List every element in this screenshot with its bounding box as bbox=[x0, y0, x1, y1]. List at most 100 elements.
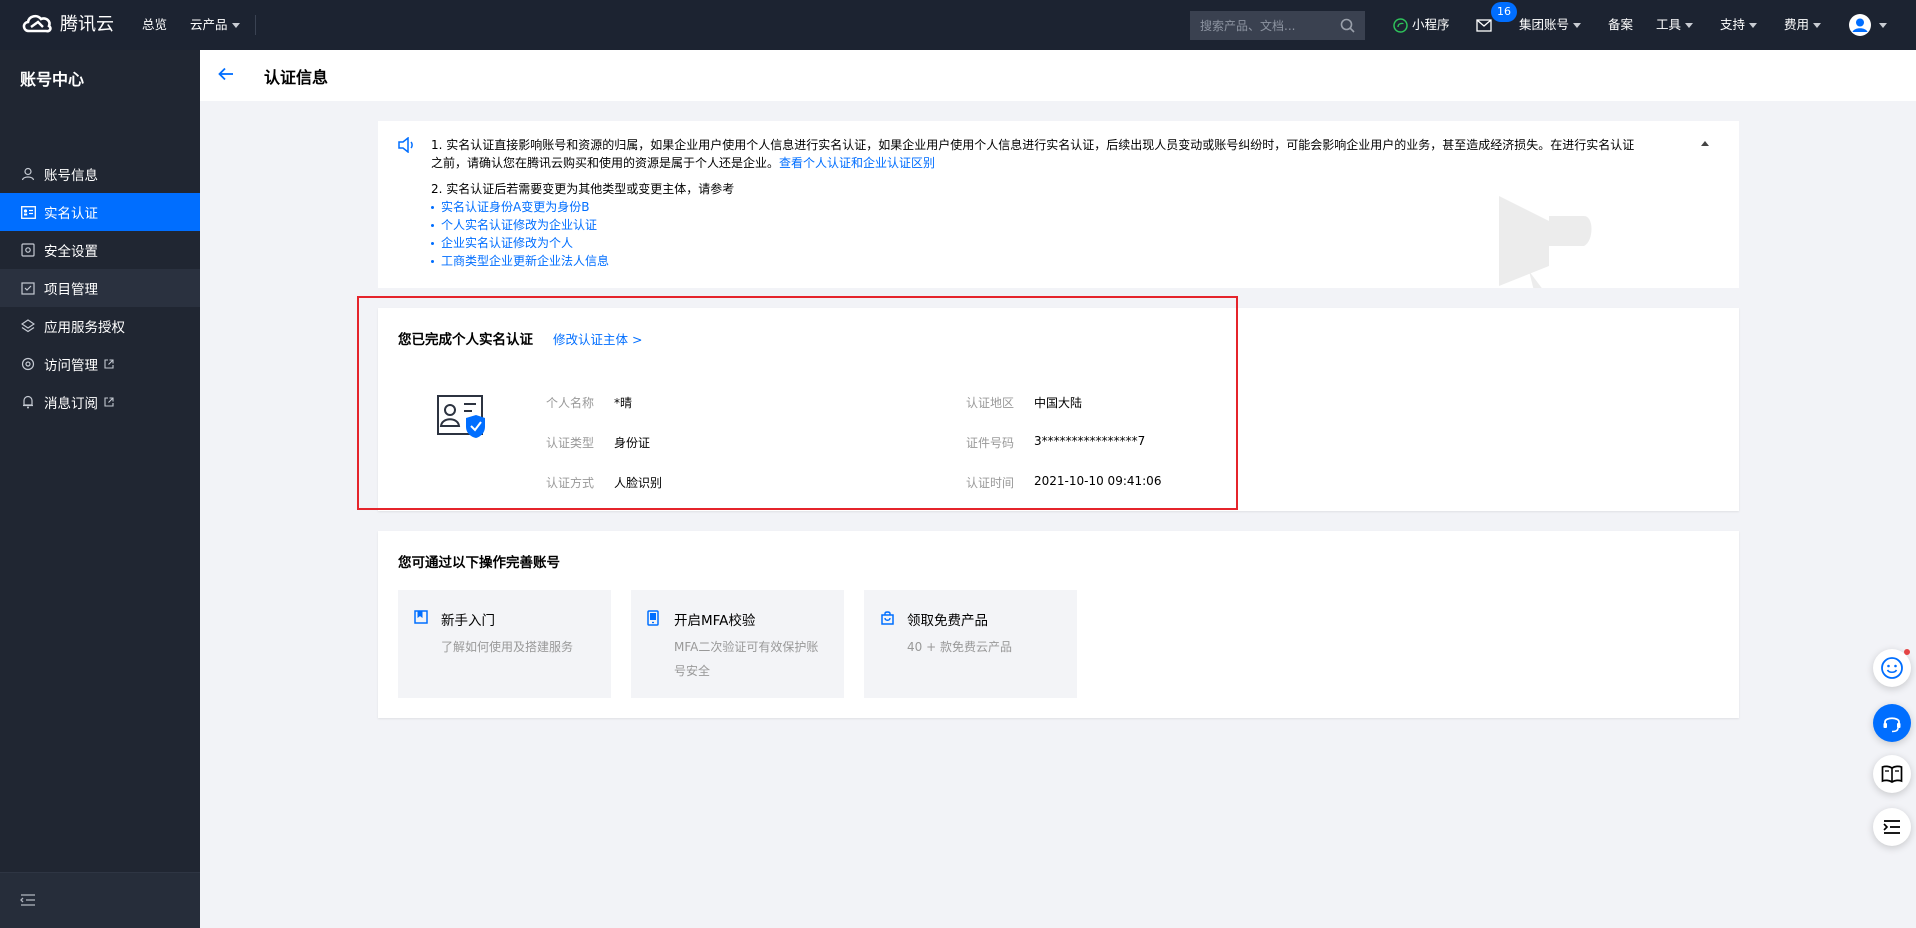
free-products-tile[interactable]: 领取免费产品 40 + 款免费云产品 bbox=[864, 590, 1077, 698]
chevron-down-icon bbox=[1685, 23, 1694, 28]
nav-filing[interactable]: 备案 bbox=[1608, 0, 1633, 50]
bookmark-icon bbox=[414, 610, 428, 624]
sidebar-item-label: 消息订阅 bbox=[44, 396, 98, 412]
list-indent-icon bbox=[1883, 820, 1900, 834]
chevron-down-icon bbox=[231, 23, 240, 28]
notice-links-list: 实名认证身份A变更为身份B 个人实名认证修改为企业认证 企业实名认证修改为个人 … bbox=[431, 198, 1641, 270]
notice-text: 1. 实名认证直接影响账号和资源的归属，如果企业用户使用个人信息进行实名认证，如… bbox=[431, 136, 1641, 270]
chevron-down-icon bbox=[1813, 23, 1822, 28]
sidebar-item-label: 应用服务授权 bbox=[44, 320, 125, 336]
nav-products[interactable]: 云产品 bbox=[190, 0, 240, 50]
chevron-down-icon bbox=[1573, 23, 1582, 28]
id-card-shield-icon bbox=[437, 395, 485, 438]
external-link-icon bbox=[104, 359, 114, 369]
nav-tools[interactable]: 工具 bbox=[1656, 0, 1694, 50]
global-search[interactable] bbox=[1190, 11, 1365, 40]
sidebar-item-account-info[interactable]: 账号信息 bbox=[0, 155, 200, 193]
personal-to-enterprise-link[interactable]: 个人实名认证修改为企业认证 bbox=[441, 218, 597, 232]
modify-subject-link[interactable]: 修改认证主体 > bbox=[553, 329, 642, 348]
nav-group-account[interactable]: 集团账号 bbox=[1519, 0, 1582, 50]
top-navigation-bar: 腾讯云 总览 云产品 小程序 16 集团账号 备案 工具 支持 费用 bbox=[0, 0, 1916, 50]
sidebar-item-label: 实名认证 bbox=[44, 206, 98, 222]
change-identity-link[interactable]: 实名认证身份A变更为身份B bbox=[441, 200, 589, 214]
docs-button[interactable] bbox=[1873, 755, 1911, 793]
megaphone-watermark-icon bbox=[1499, 196, 1592, 288]
improve-account-title: 您可通过以下操作完善账号 bbox=[398, 555, 560, 571]
brand-name: 腾讯云 bbox=[60, 14, 114, 35]
list-item: 企业实名认证修改为个人 bbox=[431, 234, 1641, 252]
avatar-icon bbox=[1849, 14, 1871, 36]
sidebar-item-label: 安全设置 bbox=[44, 244, 98, 260]
shield-icon bbox=[20, 242, 36, 258]
list-item: 实名认证身份A变更为身份B bbox=[431, 198, 1641, 216]
nav-miniprogram-label: 小程序 bbox=[1412, 17, 1450, 32]
sidebar-footer bbox=[0, 872, 200, 928]
sidebar-item-real-name[interactable]: 实名认证 bbox=[0, 193, 200, 231]
user-avatar-menu[interactable] bbox=[1849, 0, 1887, 50]
type-label: 认证类型 bbox=[546, 436, 595, 450]
tile-title: 开启MFA校验 bbox=[674, 613, 756, 629]
chevron-down-icon bbox=[1749, 23, 1758, 28]
smiley-icon bbox=[1881, 657, 1903, 679]
id-number-label: 证件号码 bbox=[966, 436, 1015, 450]
nav-divider bbox=[255, 15, 256, 35]
list-item: 工商类型企业更新企业法人信息 bbox=[431, 252, 1641, 270]
phone-icon bbox=[647, 610, 659, 626]
back-arrow-icon[interactable] bbox=[218, 67, 234, 81]
sidebar-item-label: 账号信息 bbox=[44, 168, 98, 184]
nav-billing-label: 费用 bbox=[1784, 17, 1810, 32]
tile-description: 40 + 款免费云产品 bbox=[907, 640, 1012, 654]
name-value: *晴 bbox=[614, 396, 633, 410]
chevron-down-icon bbox=[1879, 22, 1887, 28]
search-input[interactable] bbox=[1200, 18, 1340, 33]
external-link-icon bbox=[104, 397, 114, 407]
sidebar-item-projects[interactable]: 项目管理 bbox=[0, 269, 200, 307]
collapse-sidebar-icon[interactable] bbox=[20, 893, 36, 907]
type-value: 身份证 bbox=[614, 436, 651, 450]
sidebar-item-security[interactable]: 安全设置 bbox=[0, 231, 200, 269]
nav-miniprogram[interactable]: 小程序 bbox=[1393, 0, 1450, 50]
region-value: 中国大陆 bbox=[1034, 396, 1083, 410]
notice-line-1-text: 1. 实名认证直接影响账号和资源的归属，如果企业用户使用个人信息进行实名认证，如… bbox=[431, 138, 1635, 170]
tile-title: 新手入门 bbox=[441, 613, 495, 629]
assistant-button[interactable] bbox=[1873, 649, 1911, 687]
sidebar-item-label: 项目管理 bbox=[44, 282, 98, 298]
miniprogram-icon bbox=[1393, 17, 1408, 33]
notice-line-1: 1. 实名认证直接影响账号和资源的归属，如果企业用户使用个人信息进行实名认证，如… bbox=[431, 136, 1641, 172]
message-count-badge: 16 bbox=[1491, 2, 1517, 22]
speaker-icon bbox=[398, 137, 413, 153]
project-icon bbox=[20, 280, 36, 296]
update-legal-person-link[interactable]: 工商类型企业更新企业法人信息 bbox=[441, 254, 609, 268]
nav-tools-label: 工具 bbox=[1656, 17, 1682, 32]
search-icon[interactable] bbox=[1340, 18, 1355, 33]
id-number-value: 3****************7 bbox=[1034, 434, 1146, 448]
compare-auth-link[interactable]: 查看个人认证和企业认证区别 bbox=[779, 156, 935, 170]
sidebar-item-app-authorization[interactable]: 应用服务授权 bbox=[0, 307, 200, 345]
tile-description: MFA二次验证可有效保护账号安全 bbox=[674, 640, 819, 678]
nav-messages[interactable] bbox=[1476, 0, 1492, 50]
verification-card: 您已完成个人实名认证 修改认证主体 > 个人名称 *晴 认证类型 身份证 认证方… bbox=[378, 308, 1739, 511]
time-value: 2021-10-10 09:41:06 bbox=[1034, 474, 1162, 488]
time-label: 认证时间 bbox=[966, 476, 1015, 490]
sidebar-item-message-subscription[interactable]: 消息订阅 bbox=[0, 383, 200, 421]
nav-overview[interactable]: 总览 bbox=[142, 0, 167, 50]
notice-panel: 1. 实名认证直接影响账号和资源的归属，如果企业用户使用个人信息进行实名认证，如… bbox=[378, 121, 1739, 288]
page-header: 认证信息 bbox=[200, 50, 1916, 101]
customer-service-button[interactable] bbox=[1873, 704, 1911, 742]
id-card-icon bbox=[20, 204, 36, 220]
name-label: 个人名称 bbox=[546, 396, 595, 410]
enterprise-to-personal-link[interactable]: 企业实名认证修改为个人 bbox=[441, 236, 573, 250]
mail-icon bbox=[1476, 18, 1492, 32]
nav-support[interactable]: 支持 bbox=[1720, 0, 1758, 50]
nav-billing[interactable]: 费用 bbox=[1784, 0, 1822, 50]
enable-mfa-tile[interactable]: 开启MFA校验 MFA二次验证可有效保护账号安全 bbox=[631, 590, 844, 698]
getting-started-tile[interactable]: 新手入门 了解如何使用及搭建服务 bbox=[398, 590, 611, 698]
menu-toggle-button[interactable] bbox=[1873, 808, 1911, 846]
sidebar-item-access-management[interactable]: 访问管理 bbox=[0, 345, 200, 383]
notice-line-2: 2. 实名认证后若需要变更为其他类型或变更主体，请参考 bbox=[431, 182, 735, 196]
tencent-cloud-logo[interactable]: 腾讯云 bbox=[20, 10, 114, 36]
sidebar-title: 账号中心 bbox=[20, 70, 85, 89]
headset-icon bbox=[1883, 717, 1901, 733]
collapse-notice-icon[interactable] bbox=[1701, 141, 1709, 146]
tile-description: 了解如何使用及搭建服务 bbox=[441, 640, 574, 654]
